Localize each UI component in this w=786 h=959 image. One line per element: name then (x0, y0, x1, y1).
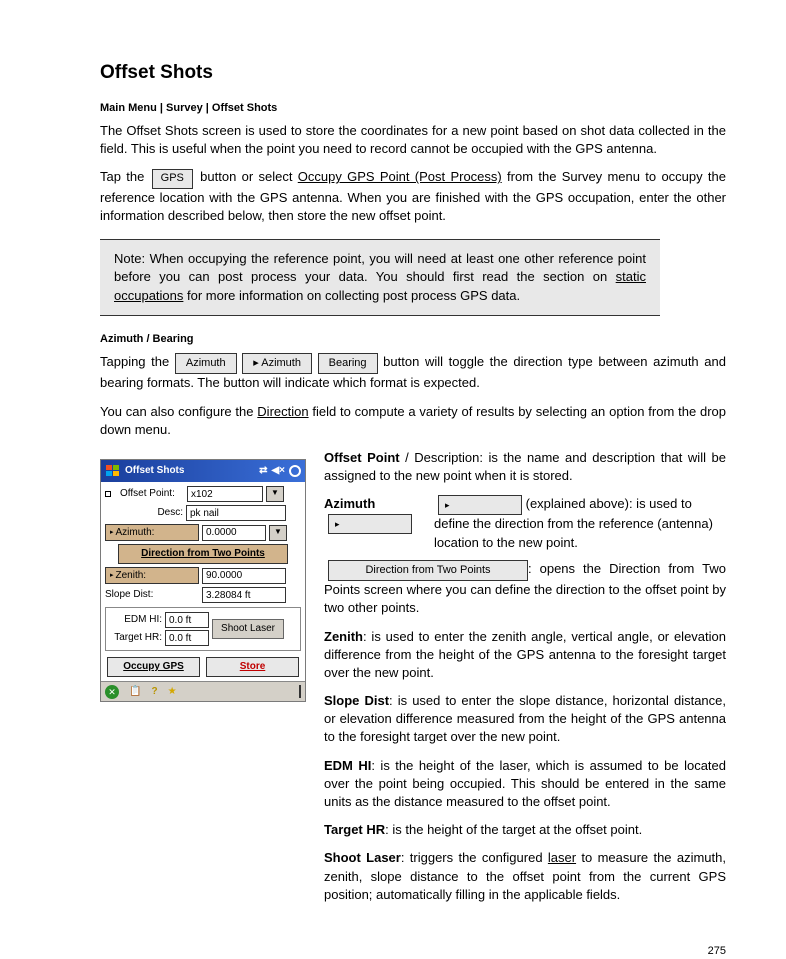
keyboard-icon[interactable] (299, 685, 301, 698)
bullet-icon (105, 491, 111, 497)
azimuth-button-ex2: ▸ Azimuth (242, 353, 312, 374)
slope-dist-input[interactable] (202, 587, 286, 603)
azimuth-tri-button-ex2: ▸ (438, 495, 522, 515)
note-block: Note: When occupying the reference point… (100, 239, 660, 316)
zenith-input[interactable] (202, 568, 286, 584)
azimuth-button-ex1: Azimuth (175, 353, 237, 374)
clock-icon (289, 465, 301, 477)
page-number: 275 (708, 944, 726, 959)
edm-hi-desc: EDM HI: is the height of the laser, whic… (324, 757, 726, 812)
bearing-button-ex: Bearing (318, 353, 378, 374)
gps-button-inline: GPS (152, 169, 193, 188)
offset-point-label: Offset Point: (120, 487, 184, 501)
azimuth-paragraph-1: Tapping the Azimuth ▸ Azimuth Bearing bu… (100, 353, 726, 393)
desc-input[interactable] (186, 505, 286, 521)
windows-logo-icon (105, 463, 121, 479)
page-title: Offset Shots (100, 60, 726, 87)
desc-label: Desc: (105, 506, 183, 520)
overview-label: Main Menu | Survey | Offset Shots (100, 101, 726, 116)
azimuth-paragraph-2: You can also configure the Direction fie… (100, 403, 726, 439)
clipboard-icon[interactable]: 📋 (129, 685, 141, 699)
offset-point-dropdown[interactable]: ▼ (266, 486, 284, 502)
laser-link[interactable]: laser (548, 850, 576, 865)
azimuth-toggle-button[interactable]: ▸Azimuth: (105, 524, 199, 541)
azimuth-tri-button-ex: ▸ (328, 514, 412, 534)
pda-title-text: Offset Shots (125, 464, 259, 478)
slope-dist-label: Slope Dist: (105, 588, 199, 602)
close-icon[interactable]: ✕ (105, 685, 119, 699)
pda-titlebar: Offset Shots ⇄ ◀× (101, 460, 305, 482)
shoot-laser-desc: Shoot Laser: triggers the configured las… (324, 849, 726, 904)
dir-two-points-desc: Direction from Two Points: opens the Dir… (324, 560, 726, 618)
occupy-gps-link[interactable]: Occupy GPS Point (Post Process) (298, 169, 502, 184)
azimuth-input[interactable] (202, 525, 266, 541)
slope-dist-desc: Slope Dist: is used to enter the slope d… (324, 692, 726, 747)
offset-point-input[interactable] (187, 486, 263, 502)
edm-hi-input[interactable] (165, 612, 209, 628)
occupy-gps-button[interactable]: Occupy GPS (107, 657, 200, 677)
azimuth-section-label: Azimuth / Bearing (100, 332, 726, 347)
gps-paragraph: Tap the GPS button or select Occupy GPS … (100, 168, 726, 225)
azimuth-dropdown[interactable]: ▼ (269, 525, 287, 541)
edm-hi-label: EDM HI: (108, 613, 162, 627)
zenith-desc: Zenith: is used to enter the zenith angl… (324, 628, 726, 683)
direction-link[interactable]: Direction (257, 404, 308, 419)
target-hr-input[interactable] (165, 630, 209, 646)
star-icon[interactable]: ★ (168, 685, 177, 699)
connectivity-icon: ⇄ (259, 464, 267, 478)
offset-point-desc: Offset Point / Description: is the name … (324, 449, 726, 485)
pda-taskbar: ✕ 📋 ? ★ (101, 681, 305, 701)
help-icon[interactable]: ? (151, 685, 157, 699)
store-button[interactable]: Store (206, 657, 299, 677)
azimuth-desc: Azimuth▸ ▸ (explained above): is used to… (324, 495, 726, 551)
target-hr-desc: Target HR: is the height of the target a… (324, 821, 726, 839)
target-hr-label: Target HR: (108, 631, 162, 645)
direction-two-points-button[interactable]: Direction from Two Points (118, 544, 288, 564)
dir-two-points-button-ex: Direction from Two Points (328, 560, 528, 581)
overview-paragraph: The Offset Shots screen is used to store… (100, 122, 726, 158)
speaker-icon: ◀× (271, 464, 285, 478)
shoot-laser-button[interactable]: Shoot Laser (212, 619, 284, 639)
pda-screenshot: Offset Shots ⇄ ◀× Offset Point: ▼ Desc: (100, 459, 306, 702)
zenith-toggle-button[interactable]: ▸Zenith: (105, 567, 199, 584)
